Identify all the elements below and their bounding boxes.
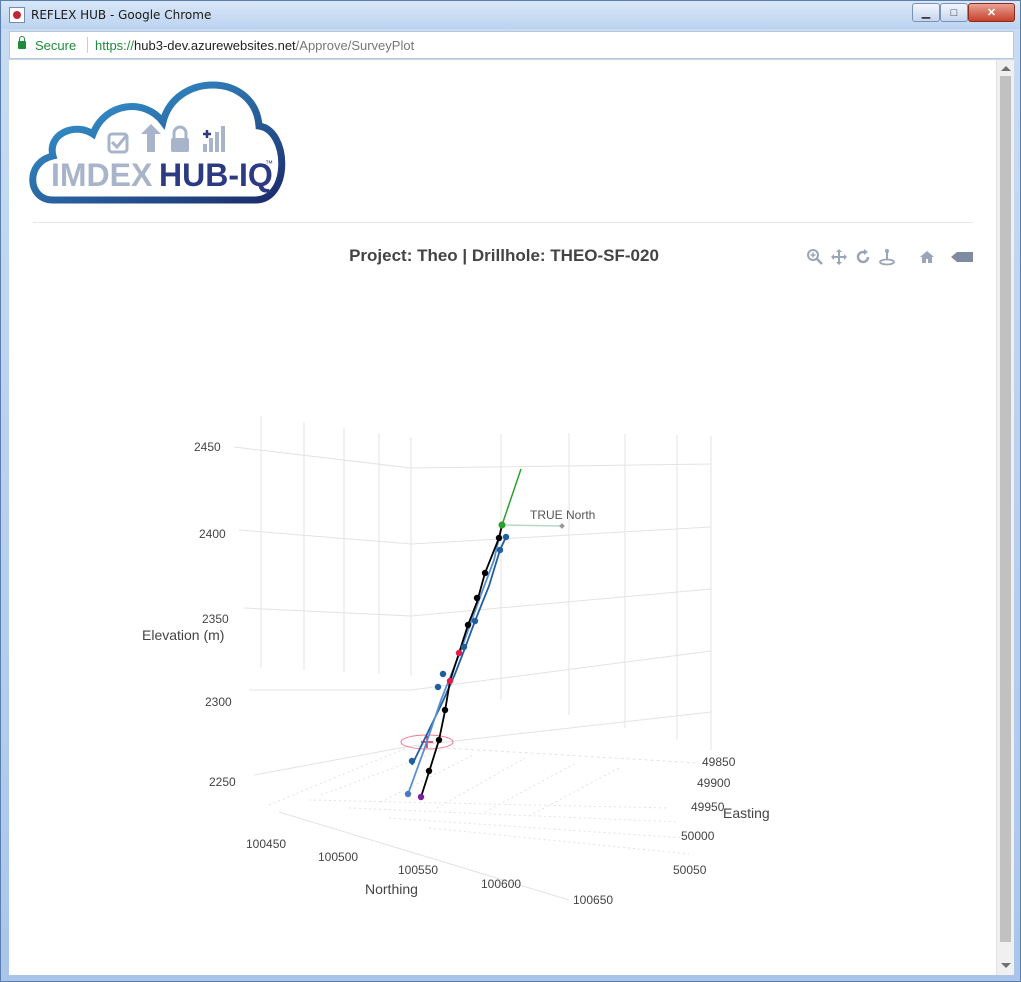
elevation-axis-title: Elevation (m) bbox=[142, 627, 224, 643]
northing-tick-label: 100450 bbox=[246, 837, 286, 851]
plot-grid bbox=[233, 416, 712, 901]
survey-point[interactable] bbox=[417, 793, 425, 801]
logo-product-text: HUB-IQ bbox=[159, 157, 273, 193]
northing-tick-label: 100650 bbox=[573, 893, 613, 907]
orbit-rotate-icon[interactable] bbox=[854, 248, 872, 266]
easting-tick-label: 50000 bbox=[681, 829, 715, 843]
true-north-label: TRUE North bbox=[530, 508, 595, 522]
elevation-tick-label: 2250 bbox=[209, 775, 236, 789]
logo-trademark: ™ bbox=[265, 159, 273, 168]
elevation-tick-label: 2400 bbox=[199, 527, 226, 541]
logo-brand-text: IMDEX bbox=[51, 157, 153, 193]
url-scheme: https:// bbox=[95, 38, 135, 53]
turntable-rotate-icon[interactable] bbox=[878, 248, 896, 266]
survey-point[interactable] bbox=[464, 621, 472, 629]
url-path: /Approve/SurveyPlot bbox=[295, 38, 415, 53]
address-divider bbox=[87, 37, 88, 53]
northing-tick-label: 100550 bbox=[398, 863, 438, 877]
window-title: REFLEX HUB - Google Chrome bbox=[31, 8, 212, 22]
northing-tick-label: 100600 bbox=[481, 877, 521, 891]
survey-3d-plot[interactable]: 2450 2400 2350 2300 2250 Elevation (m) 1… bbox=[9, 290, 989, 975]
survey-point[interactable] bbox=[471, 617, 479, 625]
planned-trace-line bbox=[501, 468, 522, 526]
easting-tick-label: 49850 bbox=[702, 755, 736, 769]
survey-point[interactable] bbox=[495, 534, 503, 542]
easting-tick-label: 49950 bbox=[691, 800, 725, 814]
survey-point[interactable] bbox=[425, 767, 433, 775]
reset-camera-icon[interactable] bbox=[918, 248, 936, 266]
header-divider bbox=[33, 222, 973, 223]
survey-point[interactable] bbox=[408, 757, 416, 765]
survey-point[interactable] bbox=[435, 736, 443, 744]
survey-point[interactable] bbox=[446, 677, 454, 685]
northing-tick-label: 100500 bbox=[318, 850, 358, 864]
survey-point[interactable] bbox=[460, 643, 468, 651]
scroll-down-arrow-icon[interactable] bbox=[1001, 963, 1011, 968]
easting-tick-label: 50050 bbox=[673, 863, 707, 877]
true-north-line bbox=[501, 524, 563, 527]
browser-window: REFLEX HUB - Google Chrome ▁ □ ✕ Secure … bbox=[0, 0, 1021, 982]
pan-icon[interactable] bbox=[830, 248, 848, 266]
survey-point[interactable] bbox=[496, 546, 504, 554]
collar-point[interactable] bbox=[498, 521, 506, 529]
scroll-thumb[interactable] bbox=[1000, 76, 1011, 942]
zoom-icon[interactable] bbox=[806, 248, 824, 266]
camera-icon[interactable] bbox=[950, 248, 974, 266]
close-button[interactable]: ✕ bbox=[968, 3, 1015, 22]
minimize-button[interactable]: ▁ bbox=[912, 3, 940, 22]
survey-point[interactable] bbox=[473, 594, 481, 602]
elevation-ticks: 2450 2400 2350 2300 2250 bbox=[194, 440, 236, 789]
title-bar[interactable]: REFLEX HUB - Google Chrome ▁ □ ✕ bbox=[1, 1, 1020, 29]
easting-tick-label: 49900 bbox=[697, 776, 731, 790]
survey-point[interactable] bbox=[455, 649, 463, 657]
plot-modebar bbox=[806, 248, 974, 268]
browser-viewport: IMDEX HUB-IQ ™ Project: Theo | Drillhole… bbox=[9, 60, 1014, 975]
app-icon bbox=[9, 7, 25, 23]
survey-point[interactable] bbox=[502, 533, 510, 541]
maximize-button[interactable]: □ bbox=[940, 3, 968, 22]
survey-point[interactable] bbox=[441, 706, 449, 714]
elevation-tick-label: 2450 bbox=[194, 440, 221, 454]
imdex-hub-iq-logo: IMDEX HUB-IQ ™ bbox=[29, 81, 286, 204]
northing-axis-title: Northing bbox=[365, 881, 418, 897]
survey-point[interactable] bbox=[404, 790, 412, 798]
survey-point[interactable] bbox=[434, 683, 442, 691]
page-scrollbar[interactable] bbox=[996, 60, 1014, 975]
url-host: hub3-dev.azurewebsites.net bbox=[134, 38, 296, 53]
elevation-tick-label: 2300 bbox=[205, 695, 232, 709]
true-north-marker bbox=[559, 523, 565, 529]
survey-point[interactable] bbox=[481, 569, 489, 577]
lock-icon bbox=[18, 36, 26, 49]
page-content: IMDEX HUB-IQ ™ Project: Theo | Drillhole… bbox=[9, 60, 989, 975]
secure-label: Secure bbox=[35, 38, 77, 53]
scroll-up-arrow-icon[interactable] bbox=[1001, 66, 1011, 71]
address-bar[interactable]: Secure https://hub3-dev.azurewebsites.ne… bbox=[9, 31, 1014, 59]
url-text[interactable]: https://hub3-dev.azurewebsites.net/Appro… bbox=[95, 38, 414, 53]
survey-point[interactable] bbox=[439, 670, 447, 678]
elevation-tick-label: 2350 bbox=[202, 612, 229, 626]
black-trace-line bbox=[420, 524, 503, 798]
easting-axis-title: Easting bbox=[723, 805, 770, 821]
